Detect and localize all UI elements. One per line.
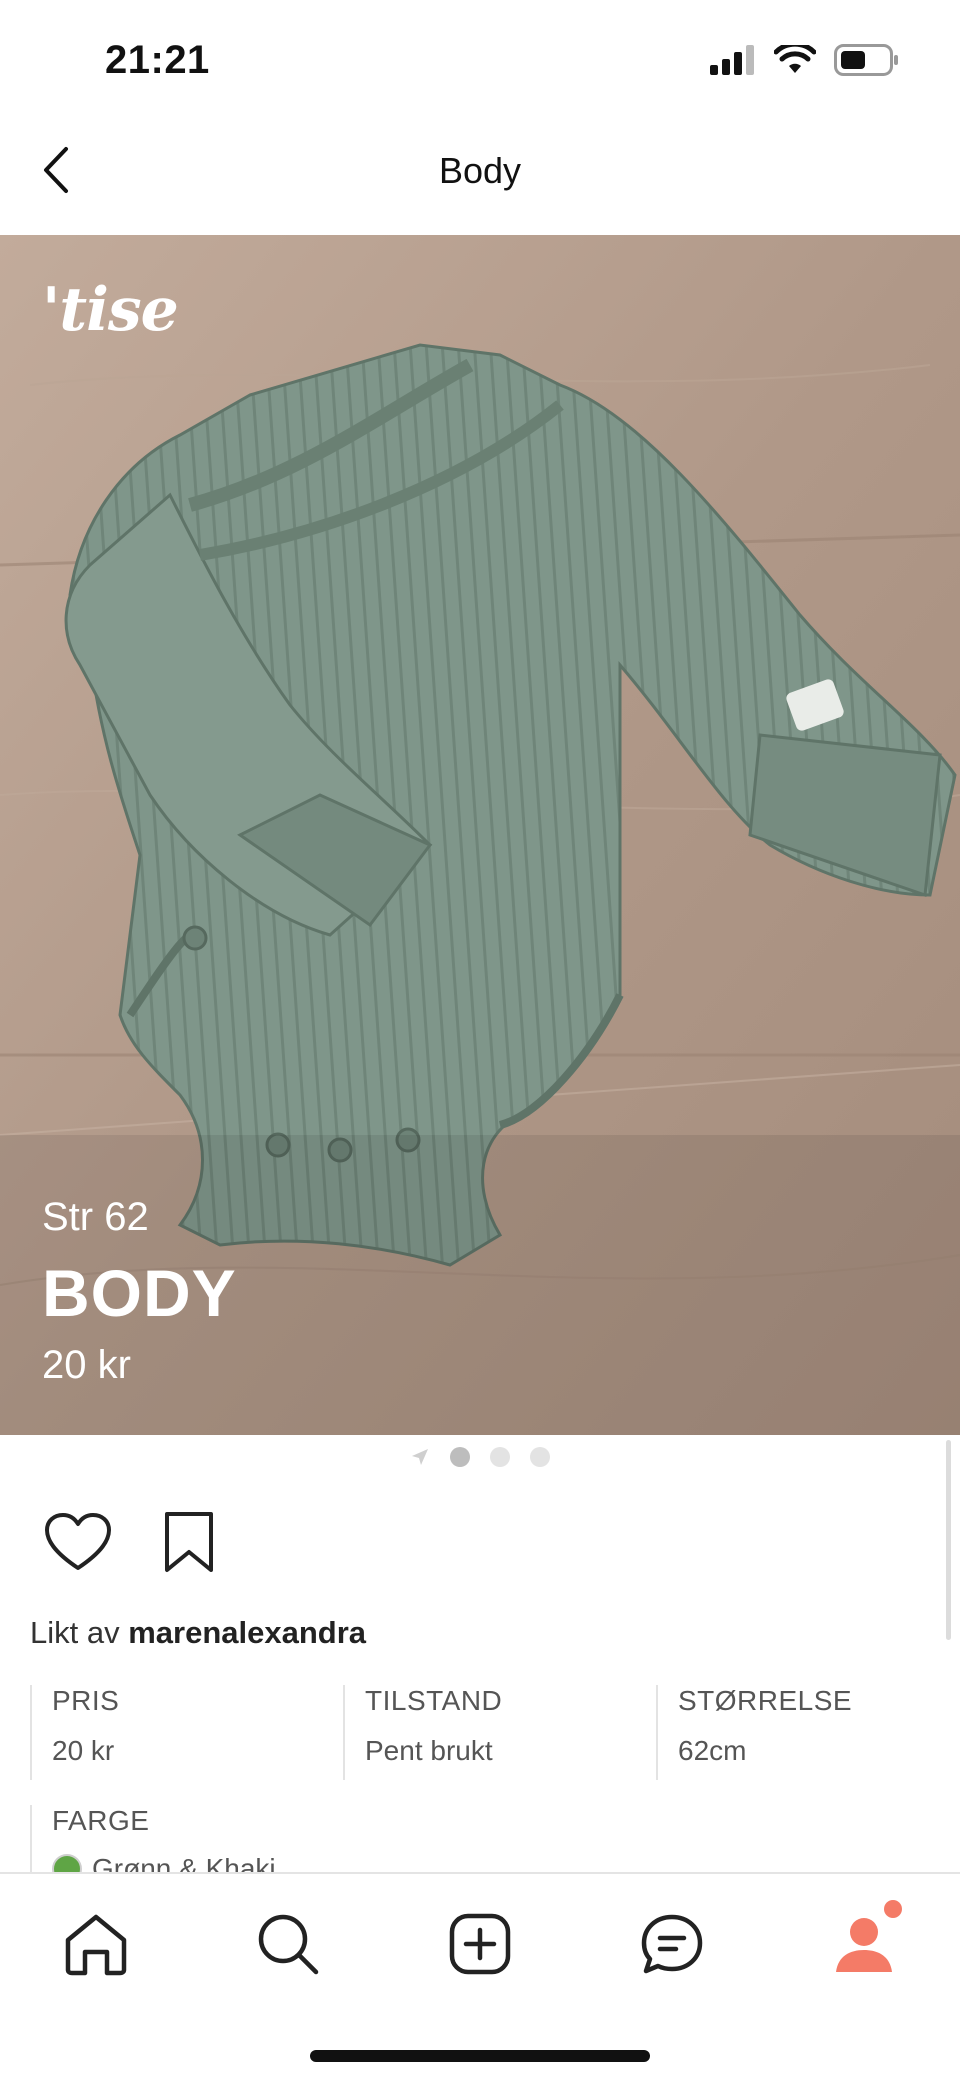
profile-icon — [836, 1918, 892, 1972]
gallery-dot[interactable] — [490, 1447, 510, 1467]
liked-by-user[interactable]: marenalexandra — [128, 1615, 366, 1650]
status-bar: 21:21 — [0, 0, 960, 120]
search-icon — [258, 1914, 319, 1975]
cellular-signal-icon — [710, 45, 754, 75]
like-button[interactable] — [44, 1512, 112, 1572]
page-title: Body — [438, 150, 522, 191]
save-button[interactable] — [162, 1510, 216, 1574]
attribute-condition: TILSTAND Pent brukt — [343, 1685, 502, 1780]
product-image[interactable]: 'tise Str 62 BODY 20 kr — [0, 235, 960, 1435]
home-icon — [65, 1914, 127, 1976]
liked-by-prefix: Likt av — [30, 1615, 120, 1650]
tise-logo: 'tise — [42, 275, 179, 345]
notification-badge — [884, 1900, 902, 1918]
attribute-label: FARGE — [52, 1805, 150, 1836]
product-size-label: Str 62 — [42, 1195, 149, 1239]
attribute-label: TILSTAND — [365, 1685, 503, 1716]
location-arrow-icon — [412, 1449, 428, 1465]
product-title: BODY — [42, 1256, 237, 1330]
status-icons — [710, 44, 900, 76]
tab-add[interactable] — [440, 1904, 520, 1984]
tab-profile[interactable] — [824, 1900, 904, 1984]
attribute-value: 62cm — [678, 1735, 747, 1766]
add-icon — [449, 1913, 511, 1975]
tab-bar — [0, 1872, 960, 2078]
gallery-dot[interactable] — [530, 1447, 550, 1467]
home-indicator — [310, 2050, 650, 2062]
action-row — [44, 1510, 216, 1574]
heart-icon — [45, 1513, 111, 1570]
attribute-value: Pent brukt — [365, 1735, 493, 1766]
tab-search[interactable] — [248, 1904, 328, 1984]
tab-home[interactable] — [56, 1904, 136, 1984]
battery-icon — [834, 44, 898, 76]
attribute-label: STØRRELSE — [678, 1685, 853, 1716]
liked-by: Likt av marenalexandra — [30, 1615, 366, 1651]
gallery-dot[interactable] — [450, 1447, 470, 1467]
status-time: 21:21 — [105, 38, 210, 82]
tab-chat[interactable] — [632, 1904, 712, 1984]
attribute-price: PRIS 20 kr — [30, 1685, 119, 1780]
nav-header: Body — [0, 120, 960, 235]
scroll-indicator[interactable] — [946, 1440, 951, 1640]
gallery-pager — [0, 1443, 960, 1471]
bookmark-icon — [165, 1512, 213, 1572]
attribute-value: 20 kr — [52, 1735, 115, 1766]
attribute-label: PRIS — [52, 1685, 120, 1716]
chat-icon — [641, 1914, 703, 1974]
product-price: 20 kr — [42, 1343, 131, 1387]
attribute-color: FARGE Grønn & Khaki — [30, 1805, 276, 1884]
attribute-size: STØRRELSE 62cm — [656, 1685, 852, 1780]
wifi-icon — [774, 45, 816, 73]
